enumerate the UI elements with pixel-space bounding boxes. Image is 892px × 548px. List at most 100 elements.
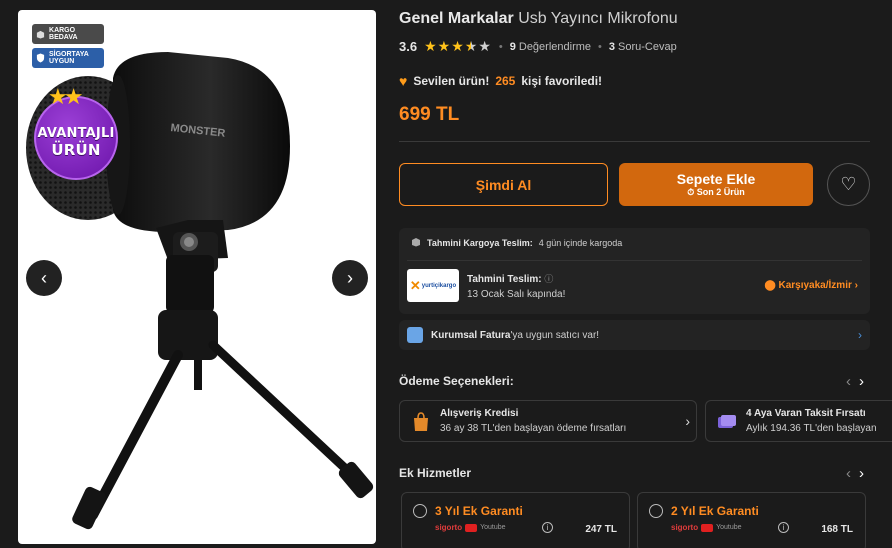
estimated-delivery-label: Tahmini Teslim:	[467, 274, 542, 285]
star-decoration-icon: ★★	[48, 84, 84, 109]
payment-card-installment[interactable]: 4 Aya Varan Taksit Fırsatı Aylık 194.36 …	[705, 400, 892, 442]
product-title: Genel Markalar Usb Yayıncı Mikrofonu	[399, 10, 678, 28]
service-title: 3 Yıl Ek Garanti	[435, 504, 523, 518]
clock-icon: ⏱	[687, 187, 695, 197]
payment-options-title: Ödeme Seçenekleri:	[399, 374, 514, 388]
corporate-invoice-banner[interactable]: Kurumsal Fatura'ya uygun satıcı var! ›	[399, 320, 870, 350]
services-prev-button[interactable]: ‹	[846, 465, 851, 482]
service-partners: sigorto Youtube	[671, 523, 742, 532]
service-option[interactable]: 2 Yıl Ek Garanti sigorto Youtube i 168 T…	[637, 492, 866, 548]
buy-now-button[interactable]: Şimdi Al	[399, 163, 608, 206]
reviews-link[interactable]: 9 Değerlendirme	[510, 41, 591, 53]
corporate-invoice-bold: Kurumsal Fatura	[431, 329, 511, 341]
star-icon: ★	[478, 38, 491, 54]
stock-note-label: Son 2 Ürün	[696, 187, 745, 197]
payment-pager: ‹ ›	[846, 373, 864, 390]
cargo-value: 4 gün içinde kargoda	[538, 238, 623, 248]
qa-label: Soru-Cevap	[618, 40, 677, 53]
star-icon: ★	[464, 38, 478, 54]
cargo-estimate: Tahmini Kargoya Teslim: 4 gün içinde kar…	[411, 237, 622, 249]
service-radio[interactable]	[649, 504, 663, 518]
qa-link[interactable]: 3 Soru-Cevap	[609, 41, 677, 53]
cargo-label: Tahmini Kargoya Teslim:	[427, 238, 533, 248]
heart-icon: ♥	[399, 73, 408, 89]
product-price: 699 TL	[399, 104, 460, 125]
payment-card-credit[interactable]: Alışveriş Kredisi 36 ay 38 TL'den başlay…	[399, 400, 697, 442]
gallery-next-button[interactable]: ›	[332, 260, 368, 296]
favorite-prefix: Sevilen ürün!	[413, 74, 490, 88]
heart-outline-icon: ♡	[840, 174, 857, 194]
service-price: 247 TL	[585, 524, 617, 535]
advantage-line1: AVANTAJLI	[37, 125, 115, 141]
favorite-suffix: kişi favoriledi!	[521, 74, 603, 88]
location-pin-icon: ⬤	[764, 280, 776, 291]
shield-icon	[36, 53, 45, 63]
shopping-bag-icon	[408, 409, 434, 435]
chevron-right-icon: ›	[347, 267, 353, 288]
separator-dot: •	[598, 40, 602, 53]
carrier-logo-mark: ✕	[409, 277, 421, 293]
location-label: Karşıyaka/İzmir	[778, 280, 852, 291]
payment-card-title: 4 Aya Varan Taksit Fırsatı	[746, 408, 866, 419]
advantage-line2: ÜRÜN	[51, 140, 101, 159]
service-option[interactable]: 3 Yıl Ek Garanti sigorto Youtube i 247 T…	[401, 492, 630, 548]
stock-note: ⏱ Son 2 Ürün	[687, 187, 745, 198]
star-icon: ★	[424, 38, 437, 54]
rating-row: 3.6 ★★★★★ • 9 Değerlendirme • 3 Soru-Cevap	[399, 38, 677, 55]
add-to-cart-button[interactable]: Sepete Ekle ⏱ Son 2 Ürün	[619, 163, 813, 206]
product-brand[interactable]: Genel Markalar	[399, 10, 514, 27]
divider	[399, 141, 870, 142]
partner-logo-sigorto: sigorto	[435, 523, 463, 532]
estimated-delivery-date: 13 Ocak Salı kapında!	[467, 289, 566, 300]
gallery-prev-button[interactable]: ‹	[26, 260, 62, 296]
payment-card-title: Alışveriş Kredisi	[440, 408, 519, 419]
service-radio[interactable]	[413, 504, 427, 518]
favorite-info: ♥ Sevilen ürün! 265 kişi favoriledi!	[399, 73, 602, 89]
info-icon[interactable]: ⓘ	[544, 274, 553, 284]
payment-prev-button[interactable]: ‹	[846, 373, 851, 390]
info-icon[interactable]: i	[778, 522, 789, 533]
chevron-right-icon: ›	[685, 413, 690, 429]
rating-stars: ★★★★★	[424, 38, 492, 55]
carrier-logo: ✕ yurtiçikargo	[407, 269, 459, 302]
insurance-badge: SİGORTAYA UYGUN	[32, 48, 104, 68]
favorite-count: 265	[495, 74, 516, 88]
youtube-icon	[701, 523, 714, 532]
reviews-label: Değerlendirme	[518, 40, 592, 53]
services-next-button[interactable]: ›	[859, 465, 864, 482]
service-price: 168 TL	[821, 524, 853, 535]
invoice-icon	[407, 327, 423, 343]
youtube-icon	[465, 523, 478, 532]
chevron-left-icon: ‹	[41, 267, 47, 288]
payment-card-subtitle: 36 ay 38 TL'den başlayan ödeme fırsatlar…	[440, 423, 627, 434]
reviews-count: 9	[509, 40, 516, 53]
rating-score: 3.6	[399, 39, 418, 54]
insurance-label: SİGORTAYA UYGUN	[49, 51, 89, 65]
separator-dot: •	[498, 40, 503, 53]
carrier-logo-text: yurtiçikargo	[421, 282, 457, 289]
services-pager: ‹ ›	[846, 465, 864, 482]
delivery-panel: Tahmini Kargoya Teslim: 4 gün içinde kar…	[399, 228, 870, 314]
star-icon: ★	[437, 38, 451, 54]
partner-logo-youtube: Youtube	[480, 524, 506, 531]
estimated-delivery: Tahmini Teslim: ⓘ 13 Ocak Salı kapında!	[467, 272, 565, 300]
advantage-product-sticker: AVANTAJLI ÜRÜN ★★	[28, 84, 124, 180]
payment-next-button[interactable]: ›	[859, 373, 864, 390]
payment-card-subtitle: Aylık 194.36 TL'den başlayan	[746, 423, 877, 434]
corporate-invoice-text: 'ya uygun satıcı var!	[510, 329, 600, 341]
partner-logo-youtube: Youtube	[716, 524, 742, 531]
location-selector[interactable]: ⬤ Karşıyaka/İzmir ›	[765, 280, 859, 291]
service-partners: sigorto Youtube	[435, 523, 506, 532]
extra-services-title: Ek Hizmetler	[399, 466, 472, 480]
credit-cards-icon	[714, 409, 740, 435]
product-name: Usb Yayıncı Mikrofonu	[518, 10, 678, 27]
box-icon	[36, 29, 45, 39]
service-title: 2 Yıl Ek Garanti	[671, 504, 759, 518]
free-shipping-label: KARGO BEDAVA	[49, 27, 78, 41]
chevron-right-icon: ›	[858, 328, 862, 342]
star-icon: ★	[451, 38, 464, 54]
favorite-button[interactable]: ♡	[827, 163, 870, 206]
divider	[407, 260, 862, 261]
chevron-right-icon: ›	[854, 280, 858, 291]
info-icon[interactable]: i	[542, 522, 553, 533]
